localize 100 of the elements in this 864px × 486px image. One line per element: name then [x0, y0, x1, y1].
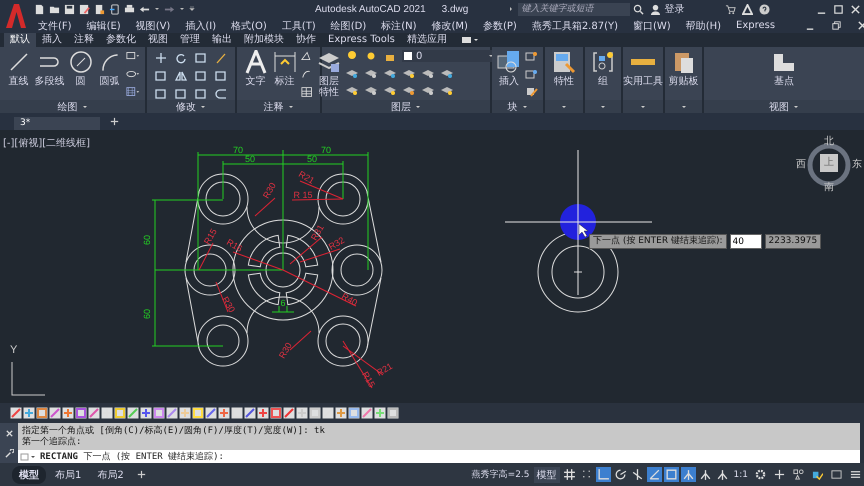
save-as-icon[interactable] — [79, 4, 90, 14]
toolbar-icon[interactable] — [348, 407, 360, 419]
toolbar-icon[interactable] — [36, 407, 48, 419]
toolbar-icon[interactable] — [283, 407, 295, 419]
ribbon-tab[interactable]: 附加模块 — [238, 33, 290, 47]
caret-icon[interactable] — [508, 6, 514, 12]
ribbon-button[interactable]: 基点 — [771, 50, 797, 87]
layer-tool-icon[interactable] — [421, 84, 435, 96]
toolbar-icon[interactable] — [88, 407, 100, 419]
caret-icon[interactable] — [200, 104, 206, 110]
layer-tool-icon[interactable] — [364, 84, 378, 96]
ribbon-button[interactable]: 图层特性 — [316, 50, 342, 98]
figure-icon[interactable] — [680, 467, 696, 482]
layout-tab[interactable]: 布局2 — [90, 466, 131, 484]
palette-icon[interactable] — [812, 469, 823, 480]
toolbar-icon[interactable] — [140, 407, 152, 419]
pencil-icon[interactable] — [525, 86, 539, 98]
toolbar-icon[interactable] — [62, 407, 74, 419]
caret-icon[interactable] — [154, 6, 160, 12]
explode-icon[interactable] — [214, 70, 228, 82]
toolbar-icon[interactable] — [10, 407, 22, 419]
add-tab-icon[interactable] — [136, 469, 147, 480]
scale-icon[interactable] — [174, 88, 188, 100]
toolbar-icon[interactable] — [205, 407, 217, 419]
caret-icon[interactable] — [522, 104, 528, 110]
toolbar-icon[interactable] — [153, 407, 165, 419]
compass-label[interactable]: 南 — [824, 183, 834, 193]
menu-item[interactable]: 编辑(E) — [86, 18, 121, 32]
toolbar-icon[interactable] — [244, 407, 256, 419]
gear-icon[interactable] — [755, 469, 766, 480]
compass-label[interactable]: 东 — [852, 160, 862, 170]
ribbon-tab[interactable]: 输出 — [206, 33, 238, 47]
panel-title[interactable]: 块 — [508, 100, 518, 114]
layer-tool-icon[interactable] — [440, 67, 454, 79]
toolbar-icon[interactable] — [49, 407, 61, 419]
phone-icon[interactable] — [109, 4, 120, 14]
menu-item[interactable]: 文件(F) — [38, 18, 72, 32]
distance-input[interactable]: 40 — [730, 234, 762, 249]
panel-title[interactable]: 图层 — [391, 100, 411, 114]
objects-icon[interactable] — [793, 469, 804, 480]
ribbon-button[interactable]: 直线 — [6, 50, 32, 87]
array-icon[interactable] — [194, 88, 208, 100]
rotate-icon[interactable] — [174, 52, 188, 64]
layer-tool-icon[interactable] — [345, 67, 359, 79]
menu-item[interactable]: 格式(O) — [231, 18, 267, 32]
ribbon-button[interactable]: 圆弧 — [96, 50, 122, 87]
printer-icon[interactable] — [124, 4, 135, 14]
ribbon-button[interactable]: 特性 — [551, 50, 577, 87]
panel-title[interactable]: 修改 — [176, 100, 196, 114]
table-icon[interactable] — [300, 86, 314, 98]
toolbar-icon[interactable] — [127, 407, 139, 419]
polar-icon[interactable] — [612, 467, 628, 482]
toolbar-icon[interactable] — [231, 407, 243, 419]
layer-tool-icon[interactable] — [345, 84, 359, 96]
panel-toggle-icon[interactable] — [460, 36, 479, 44]
layer-tool-icon[interactable] — [421, 67, 435, 79]
mirror-icon[interactable] — [174, 70, 188, 82]
command-field[interactable]: RECTANG 下一点 (按 ENTER 键结束追踪): — [18, 450, 860, 463]
ribbon-tab[interactable]: 管理 — [174, 33, 206, 47]
stretch-icon[interactable] — [154, 88, 168, 100]
layer-tool-icon[interactable] — [383, 84, 397, 96]
caret-icon[interactable] — [415, 104, 421, 110]
layout-tab[interactable]: 模型 — [12, 466, 46, 484]
panel-title[interactable]: 注释 — [264, 100, 284, 114]
compass-label[interactable]: 西 — [796, 160, 806, 170]
menu-item[interactable]: 插入(I) — [185, 18, 216, 32]
layer-tool-icon[interactable] — [383, 67, 397, 79]
caret-icon[interactable] — [179, 6, 185, 12]
toolbar-icon[interactable] — [335, 407, 347, 419]
caret-icon[interactable] — [288, 104, 294, 110]
offset-icon[interactable] — [214, 88, 228, 100]
maximize-icon[interactable] — [833, 4, 844, 14]
ribbon-button[interactable]: 多段线 — [34, 50, 64, 87]
ortho-icon[interactable] — [596, 467, 611, 482]
ribbon-button[interactable]: 剪贴板 — [668, 50, 698, 87]
caret-icon[interactable] — [82, 104, 88, 110]
frame-icon[interactable] — [664, 467, 679, 482]
toolbar-icon[interactable] — [374, 407, 386, 419]
menu-icon[interactable] — [850, 469, 861, 480]
ribbon-button[interactable]: 组 — [590, 50, 616, 87]
menu-item[interactable]: 修改(M) — [432, 18, 468, 32]
cart-icon[interactable] — [725, 4, 736, 14]
ribbon-button[interactable]: 标注 — [272, 50, 298, 87]
grid-icon[interactable] — [562, 467, 577, 482]
toolbar-icon[interactable] — [387, 407, 399, 419]
toolbar-icon[interactable] — [257, 407, 269, 419]
ribbon-tab[interactable]: Express Tools — [322, 33, 401, 47]
hatch-icon[interactable] — [126, 86, 140, 98]
caret-icon[interactable] — [600, 104, 606, 110]
caret-icon[interactable] — [561, 104, 567, 110]
ellipse-icon[interactable] — [126, 68, 140, 80]
search-field[interactable]: 键入关键字或短语 — [518, 2, 630, 16]
menu-item[interactable]: 窗口(W) — [633, 18, 671, 32]
file-tab[interactable]: 3* — [14, 117, 100, 130]
layer-tool-icon[interactable] — [440, 84, 454, 96]
close-icon[interactable] — [850, 4, 861, 14]
caret-icon[interactable] — [640, 104, 646, 110]
sign-in-link[interactable]: 登录 — [664, 2, 684, 16]
fillet-icon[interactable] — [194, 70, 208, 82]
bulb-icon[interactable] — [345, 50, 359, 62]
